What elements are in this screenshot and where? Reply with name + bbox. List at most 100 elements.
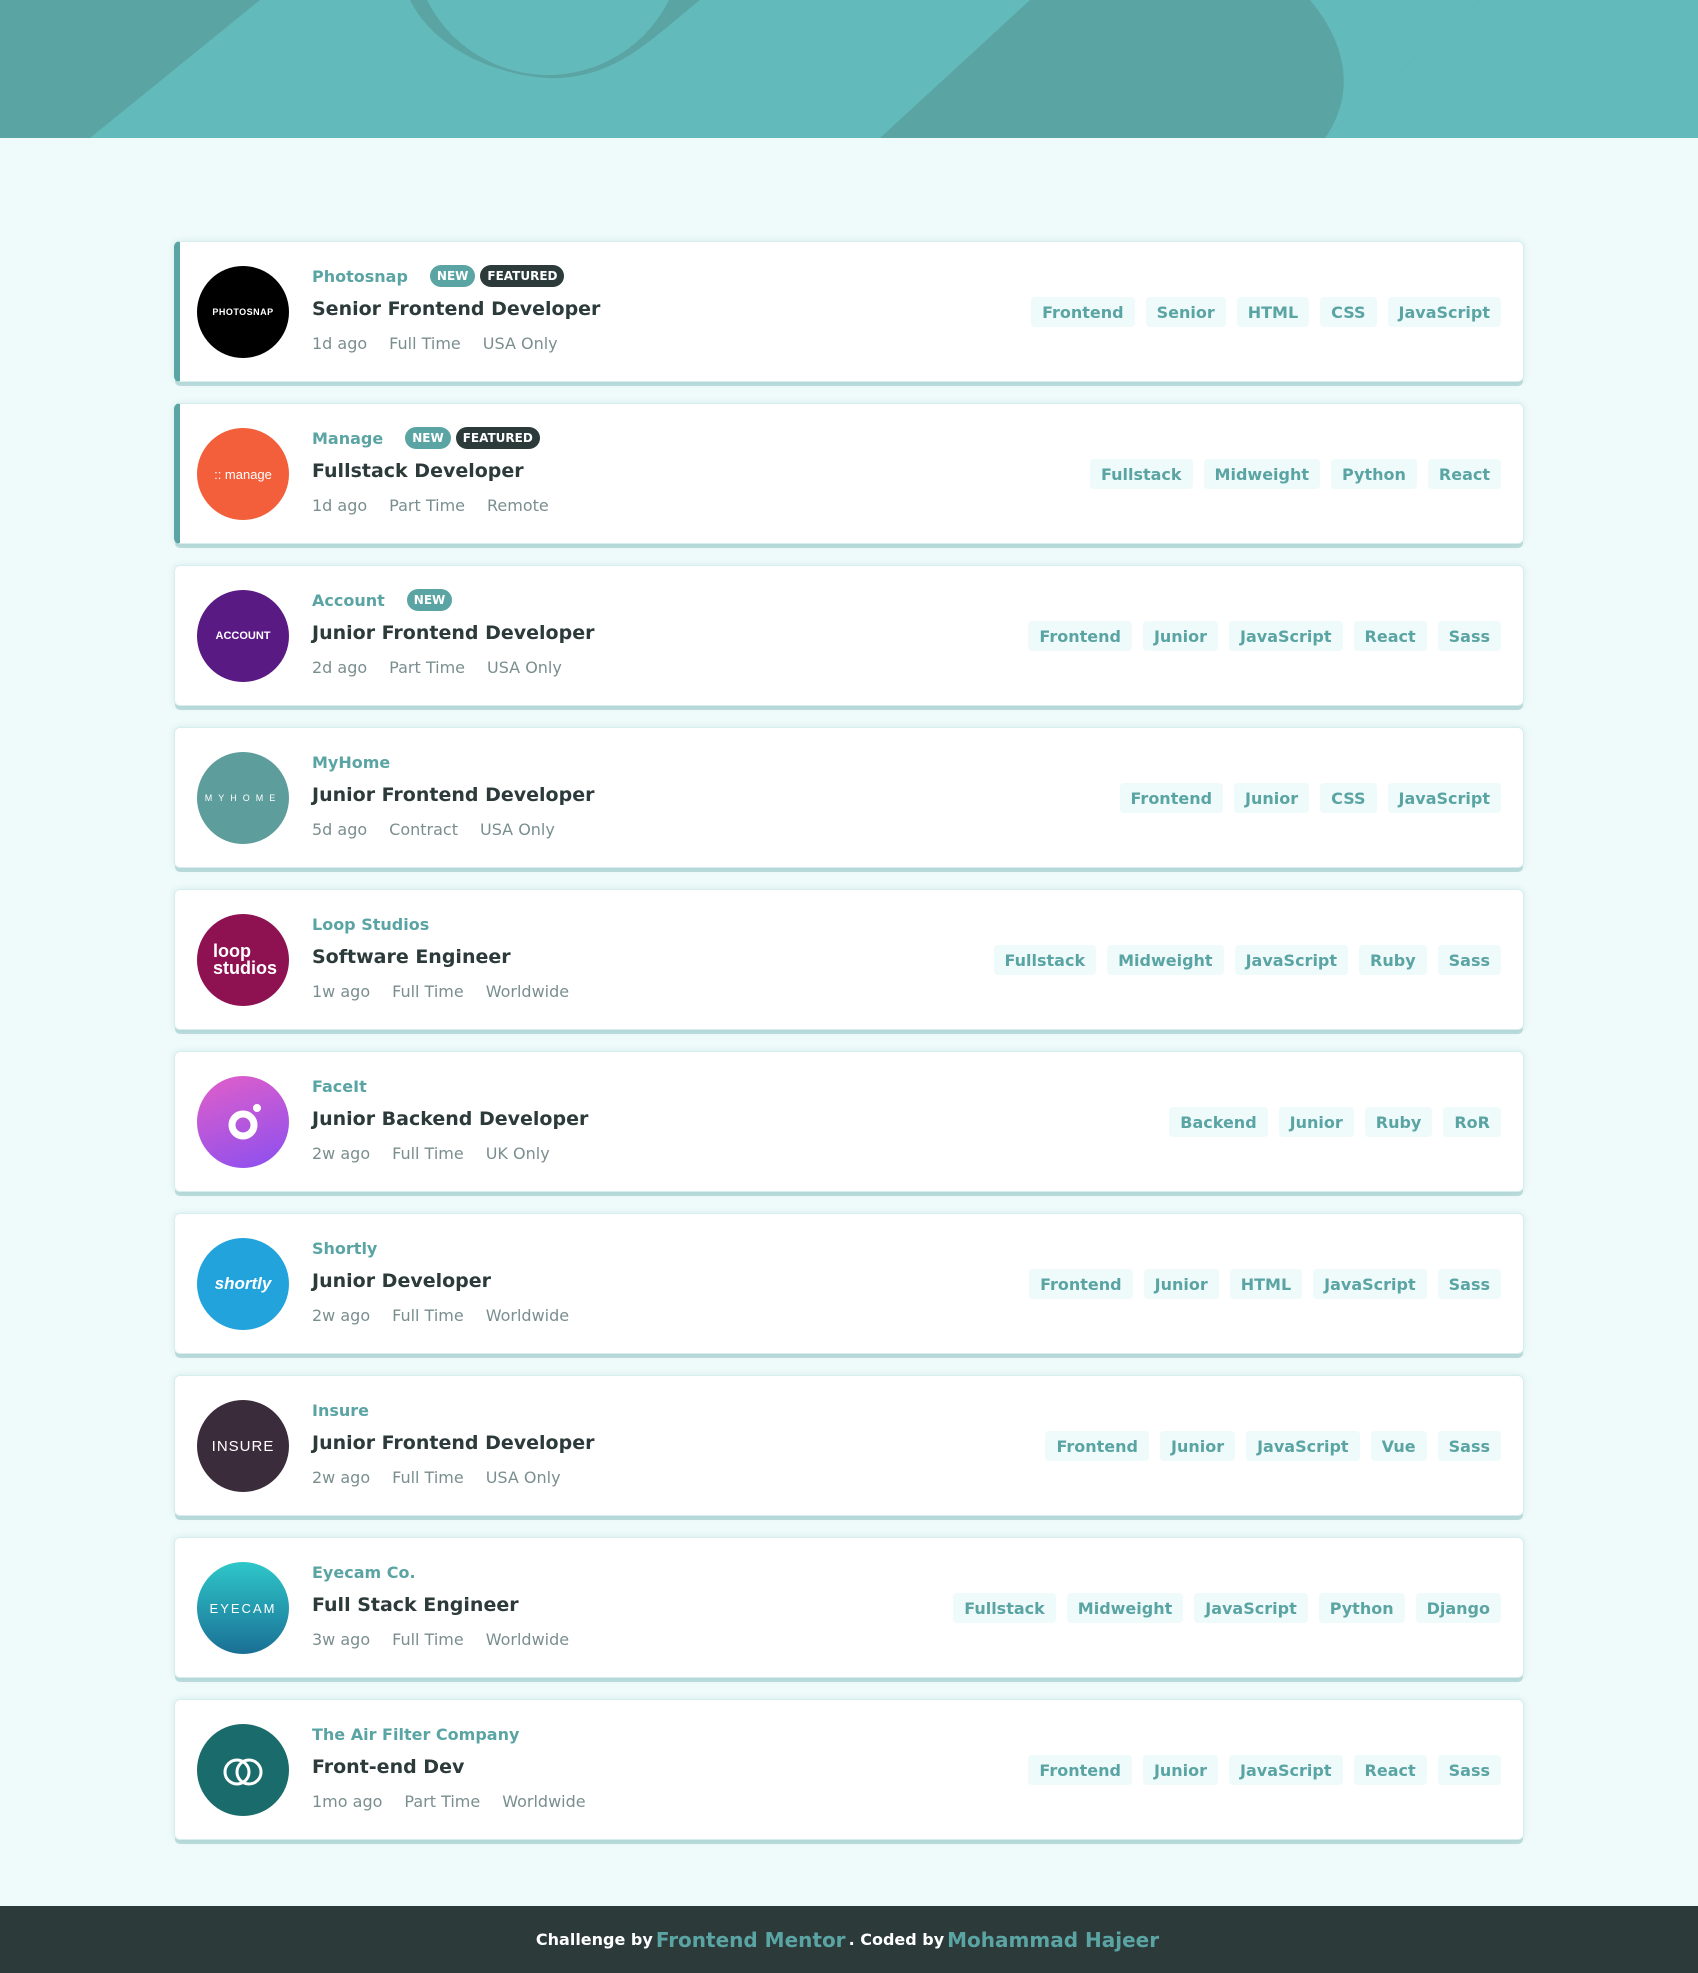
job-title[interactable]: Junior Developer <box>312 1270 591 1296</box>
filter-tag[interactable]: Django <box>1415 1592 1501 1623</box>
job-title[interactable]: Junior Frontend Developer <box>312 622 594 648</box>
filter-tag[interactable]: JavaScript <box>1194 1592 1308 1623</box>
filter-tag[interactable]: CSS <box>1320 296 1377 327</box>
filter-tag[interactable]: RoR <box>1443 1106 1501 1137</box>
company-name: Insure <box>312 1400 369 1420</box>
filter-tag[interactable]: JavaScript <box>1387 782 1501 813</box>
filter-tag[interactable]: Vue <box>1370 1430 1427 1461</box>
filter-tag[interactable]: Frontend <box>1028 620 1132 651</box>
job-card: MYHOME MyHome Junior Frontend Developer 5d … <box>174 727 1524 868</box>
job-meta: 2w ago Full Time UK Only <box>312 1144 588 1163</box>
contract-type: Part Time <box>404 1792 481 1811</box>
job-tags: Frontend Junior JavaScript React Sass <box>1017 1700 1501 1839</box>
frontend-mentor-link[interactable]: Frontend Mentor <box>656 1928 846 1952</box>
filter-tag[interactable]: Backend <box>1169 1106 1268 1137</box>
filter-tag[interactable]: JavaScript <box>1313 1268 1427 1299</box>
filter-tag[interactable]: Ruby <box>1359 944 1427 975</box>
filter-tag[interactable]: JavaScript <box>1234 944 1349 975</box>
company-row: Shortly <box>312 1234 591 1262</box>
filter-tag[interactable]: Python <box>1318 1592 1405 1623</box>
filter-tag[interactable]: Senior <box>1145 296 1226 327</box>
contract-type: Full Time <box>392 1468 464 1487</box>
job-title[interactable]: Junior Frontend Developer <box>312 784 594 810</box>
filter-tag[interactable]: Junior <box>1278 1106 1354 1137</box>
company-name: Photosnap <box>312 266 408 286</box>
posted-time: 2w ago <box>312 1468 371 1487</box>
filter-tag[interactable]: JavaScript <box>1246 1430 1360 1461</box>
contract-type: Full Time <box>392 1630 464 1649</box>
filter-tag[interactable]: Frontend <box>1119 782 1224 813</box>
filter-tag[interactable]: Fullstack <box>953 1592 1056 1623</box>
filter-tag[interactable]: Sass <box>1437 1268 1501 1299</box>
job-title[interactable]: Junior Backend Developer <box>312 1108 588 1134</box>
filter-tag[interactable]: Junior <box>1234 782 1310 813</box>
filter-tag[interactable]: Sass <box>1437 1430 1501 1461</box>
contract-type: Full Time <box>392 982 464 1001</box>
filter-tag[interactable]: Python <box>1331 458 1417 489</box>
posted-time: 5d ago <box>312 820 368 839</box>
filter-tag[interactable]: Junior <box>1159 1430 1236 1461</box>
job-info: Loop Studios Software Engineer 1w ago Full … <box>312 910 591 1002</box>
filter-tag[interactable]: Junior <box>1142 1754 1219 1785</box>
company-row: Loop Studios <box>312 910 591 938</box>
logo-text: shortly <box>214 1274 272 1293</box>
filter-tag[interactable]: Sass <box>1437 620 1501 651</box>
new-badge: NEW <box>405 427 451 449</box>
filter-tag[interactable]: Fullstack <box>993 944 1097 975</box>
filter-tag[interactable]: HTML <box>1229 1268 1303 1299</box>
filter-tag[interactable]: Frontend <box>1029 1268 1133 1299</box>
company-logo: shortly <box>197 1238 289 1330</box>
filter-tag[interactable]: Midweight <box>1066 1592 1184 1623</box>
job-tags: Backend Junior Ruby RoR <box>1158 1052 1501 1191</box>
footer: Challenge by Frontend Mentor . Coded by … <box>0 1906 1698 1973</box>
filter-tag[interactable]: JavaScript <box>1387 296 1501 327</box>
new-badge: NEW <box>406 589 453 611</box>
job-info: The Air Filter Company Front-end Dev 1mo a… <box>312 1720 608 1812</box>
job-tags: Frontend Junior JavaScript Vue Sass <box>1034 1376 1501 1515</box>
filter-tag[interactable]: Sass <box>1437 1754 1501 1785</box>
job-title[interactable]: Senior Frontend Developer <box>312 298 600 324</box>
filter-tag[interactable]: Frontend <box>1028 1754 1132 1785</box>
filter-tag[interactable]: React <box>1353 620 1427 651</box>
contract-type: Part Time <box>389 496 465 515</box>
logo-text: PHOTOSNAP <box>212 307 274 317</box>
company-row: FaceIt <box>312 1072 588 1100</box>
filter-tag[interactable]: Junior <box>1143 1268 1219 1299</box>
filter-tag[interactable]: Frontend <box>1031 296 1135 327</box>
filter-tag[interactable]: Junior <box>1142 620 1219 651</box>
job-title[interactable]: Full Stack Engineer <box>312 1594 591 1620</box>
company-name: Manage <box>312 428 384 448</box>
company-row: Eyecam Co. <box>312 1558 591 1586</box>
company-logo: ACCOUNT <box>197 590 289 682</box>
filter-tag[interactable]: Sass <box>1437 944 1501 975</box>
company-logo: :: manage <box>197 428 289 520</box>
filter-tag[interactable]: JavaScript <box>1229 1754 1343 1785</box>
contract-type: Full Time <box>392 1144 464 1163</box>
footer-challenge-text: Challenge by <box>535 1930 653 1949</box>
filter-tag[interactable]: React <box>1353 1754 1427 1785</box>
job-card: FaceIt Junior Backend Developer 2w ago Full… <box>174 1051 1524 1192</box>
company-row: Photosnap NEW FEATURED <box>312 262 600 290</box>
company-name: Loop Studios <box>312 914 430 934</box>
filter-tag[interactable]: Midweight <box>1107 944 1224 975</box>
logo-text: EYECAM <box>209 1600 277 1616</box>
company-logo <box>197 1724 289 1816</box>
filter-tag[interactable]: Ruby <box>1364 1106 1433 1137</box>
author-link[interactable]: Mohammad Hajeer <box>947 1928 1159 1952</box>
job-title[interactable]: Fullstack Developer <box>312 460 571 486</box>
job-location: USA Only <box>482 334 558 353</box>
filter-tag[interactable]: Fullstack <box>1089 458 1193 489</box>
filter-tag[interactable]: React <box>1427 458 1501 489</box>
filter-tag[interactable]: Frontend <box>1045 1430 1149 1461</box>
filter-tag[interactable]: JavaScript <box>1229 620 1343 651</box>
job-location: Worldwide <box>485 982 570 1001</box>
job-title[interactable]: Junior Frontend Developer <box>312 1432 594 1458</box>
job-title[interactable]: Software Engineer <box>312 946 591 972</box>
header-pattern <box>0 0 1698 138</box>
job-title[interactable]: Front-end Dev <box>312 1756 608 1782</box>
filter-tag[interactable]: CSS <box>1320 782 1377 813</box>
job-location: USA Only <box>485 1468 561 1487</box>
filter-tag[interactable]: Midweight <box>1203 458 1321 489</box>
filter-tag[interactable]: HTML <box>1236 296 1310 327</box>
company-row: The Air Filter Company <box>312 1720 608 1748</box>
